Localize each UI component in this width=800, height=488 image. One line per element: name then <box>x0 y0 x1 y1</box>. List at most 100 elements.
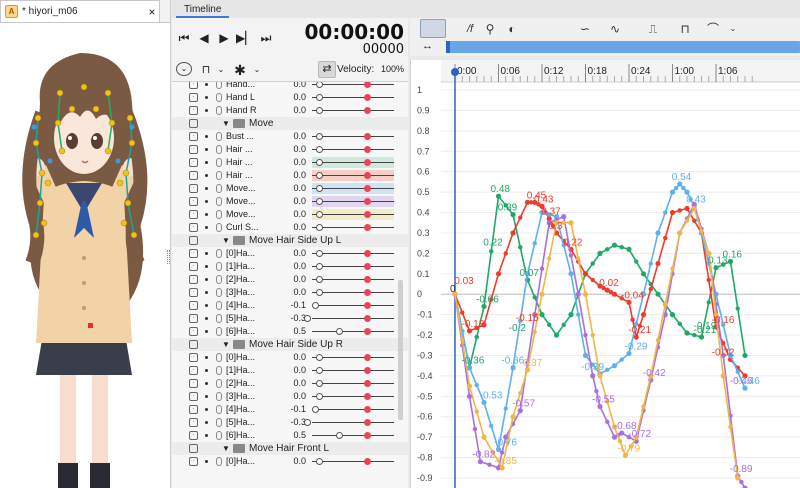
slider-knob[interactable] <box>316 82 323 88</box>
keyform-icon[interactable] <box>216 314 222 323</box>
param-value[interactable]: 0.0 <box>284 286 306 299</box>
visibility-icon[interactable]: · <box>189 288 198 297</box>
keyframe-point[interactable] <box>576 312 581 317</box>
keyform-icon[interactable] <box>216 210 222 219</box>
param-slider[interactable] <box>312 188 394 189</box>
curve-bezier-icon[interactable]: ⌒ <box>704 21 722 37</box>
keyform-icon[interactable] <box>216 184 222 193</box>
param-slider[interactable] <box>312 162 394 163</box>
dropdown-arrow-icon-3[interactable]: ⌄ <box>728 21 738 37</box>
keyframe-point[interactable] <box>662 301 668 308</box>
keyframe-point[interactable] <box>532 295 537 300</box>
keyframe-point[interactable] <box>590 373 596 379</box>
keyframe-point[interactable] <box>684 330 690 336</box>
keyframe-point[interactable] <box>487 462 492 467</box>
keyframe-point[interactable] <box>495 271 502 277</box>
range-handle[interactable] <box>446 41 450 53</box>
keyframe-point[interactable] <box>568 220 574 226</box>
param-row[interactable]: · [0]Ha... 0.0 <box>172 247 408 260</box>
keyframe-point[interactable] <box>706 300 711 305</box>
param-value[interactable]: 0.0 <box>284 104 306 117</box>
keyframe-point[interactable] <box>547 256 552 261</box>
visibility-icon[interactable]: · <box>189 171 198 180</box>
keyframe-point[interactable] <box>481 434 487 440</box>
param-row[interactable]: · [3]Ha... 0.0 <box>172 286 408 299</box>
keyframe-dot[interactable] <box>364 354 371 361</box>
keyframe-dot[interactable] <box>364 185 371 192</box>
keyframe-point[interactable] <box>619 357 624 362</box>
param-row[interactable]: · [5]Ha... -0.3 <box>172 312 408 325</box>
param-row[interactable]: · [5]Ha... -0.3 <box>172 416 408 429</box>
param-value[interactable]: 0.0 <box>284 195 306 208</box>
chevron-down-icon[interactable]: ⌄ <box>176 62 192 76</box>
visibility-icon[interactable]: · <box>189 301 198 310</box>
visibility-icon[interactable]: · <box>189 93 198 102</box>
param-value[interactable]: 0.0 <box>284 156 306 169</box>
keyframe-point[interactable] <box>489 249 494 254</box>
keyframe-dot[interactable] <box>364 263 371 270</box>
slider-knob[interactable] <box>316 133 323 140</box>
keyform-icon[interactable] <box>216 82 222 89</box>
expand-range-icon[interactable]: ↔ <box>422 40 433 52</box>
keyframe-point[interactable] <box>510 230 516 236</box>
visibility-icon[interactable] <box>189 119 198 128</box>
visibility-icon[interactable]: · <box>189 418 198 427</box>
visibility-icon[interactable] <box>189 236 198 245</box>
param-value[interactable]: 0.5 <box>284 429 306 442</box>
keyframe-point[interactable] <box>561 214 567 220</box>
keyframe-point[interactable] <box>568 312 574 318</box>
chevron-down-icon[interactable]: ▼ <box>222 234 230 247</box>
visibility-icon[interactable]: · <box>189 275 198 284</box>
keyframe-point[interactable] <box>605 247 610 252</box>
keyframe-point[interactable] <box>706 277 711 283</box>
slider-knob[interactable] <box>336 328 343 335</box>
keyframe-point[interactable] <box>655 337 661 343</box>
keyframe-dot[interactable] <box>364 393 371 400</box>
keyframe-point[interactable] <box>619 245 624 250</box>
param-value[interactable]: 0.0 <box>284 91 306 104</box>
keyframe-point[interactable] <box>669 209 676 216</box>
param-slider[interactable] <box>312 422 394 423</box>
keyframe-point[interactable] <box>634 259 639 264</box>
visibility-icon[interactable]: · <box>189 197 198 206</box>
keyframe-point[interactable] <box>532 240 537 246</box>
param-slider[interactable] <box>312 227 394 228</box>
param-value[interactable]: 0.0 <box>284 455 306 468</box>
keyframe-point[interactable] <box>641 404 646 409</box>
param-slider[interactable] <box>312 305 394 306</box>
slider-knob[interactable] <box>312 406 319 413</box>
keyframe-point[interactable] <box>735 369 740 375</box>
keyform-icon[interactable] <box>216 353 222 362</box>
keyframe-point[interactable] <box>489 423 494 429</box>
keyframe-point[interactable] <box>681 185 686 191</box>
keyframe-point[interactable] <box>630 317 635 322</box>
slider-knob[interactable] <box>316 289 323 296</box>
keyframe-point[interactable] <box>605 419 610 425</box>
param-row[interactable]: · [2]Ha... 0.0 <box>172 377 408 390</box>
keyform-icon[interactable] <box>216 197 222 206</box>
keyframe-point[interactable] <box>699 228 704 234</box>
param-slider[interactable] <box>312 318 394 319</box>
keyframe-dot[interactable] <box>364 107 371 114</box>
visibility-icon[interactable]: · <box>189 392 198 401</box>
param-group[interactable]: ▼ Move Hair Front L <box>172 442 408 455</box>
current-frame[interactable]: 00000 <box>363 42 404 57</box>
visibility-icon[interactable]: · <box>189 379 198 388</box>
curve-square-icon[interactable]: ⊓ <box>676 21 694 37</box>
slider-knob[interactable] <box>316 393 323 400</box>
param-row[interactable]: · [0]Ha... 0.0 <box>172 351 408 364</box>
param-value[interactable]: 0.0 <box>284 208 306 221</box>
param-slider[interactable] <box>312 292 394 293</box>
keyframe-dot[interactable] <box>364 367 371 374</box>
keyframe-point[interactable] <box>582 352 589 359</box>
keyframe-point[interactable] <box>735 475 741 481</box>
param-row[interactable]: · [3]Ha... 0.0 <box>172 390 408 403</box>
param-row[interactable]: · Hair ... 0.0 <box>172 143 408 156</box>
param-row[interactable]: · [6]Ha... 0.5 <box>172 429 408 442</box>
visibility-icon[interactable]: · <box>189 158 198 167</box>
param-value[interactable]: 0.0 <box>284 273 306 286</box>
param-row[interactable]: · Curl S... 0.0 <box>172 221 408 234</box>
keyframe-point[interactable] <box>655 291 661 297</box>
keyframe-point[interactable] <box>510 414 516 420</box>
keyframe-point[interactable] <box>532 329 537 335</box>
